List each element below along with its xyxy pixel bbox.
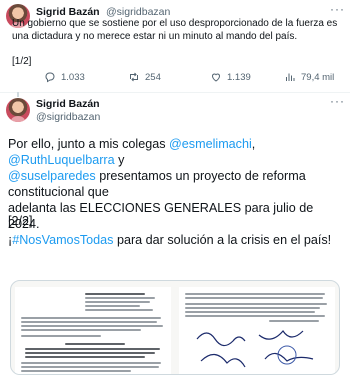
tweet-text: Un gobierno que se sostiene por el uso d… <box>12 17 348 43</box>
mention-link[interactable]: @esmelimachi <box>169 137 252 151</box>
tweet-1[interactable]: Sigrid Bazán @sigridbazan ··· Un gobiern… <box>0 0 350 92</box>
retweet-button[interactable]: 254 <box>128 70 161 84</box>
thread-counter: [2/2] <box>8 214 33 228</box>
signature-image <box>196 330 314 368</box>
tweet-text-line: ¡#NosVamosTodas para dar solución a la c… <box>8 232 348 248</box>
more-options-icon[interactable]: ··· <box>330 94 345 108</box>
tweet-2[interactable]: Sigrid Bazán @sigridbazan ··· Por ello, … <box>0 92 350 383</box>
views-chart-icon <box>286 73 295 81</box>
reply-button[interactable]: 1.033 <box>44 70 85 84</box>
tweet-text-line: @suselparedes presentamos un proyecto de… <box>8 168 348 200</box>
author-name[interactable]: Sigrid Bazán <box>36 98 100 110</box>
like-button[interactable]: 1.139 <box>210 70 251 84</box>
tweet-text-line: Un gobierno que se sostiene por el uso d… <box>12 18 338 29</box>
retweet-count: 254 <box>145 71 161 83</box>
attached-document-image[interactable] <box>10 280 340 375</box>
tweet-text-segment: para dar solución a la crisis en el país… <box>113 233 332 247</box>
heart-icon <box>211 73 221 82</box>
author-handle[interactable]: @sigridbazan <box>36 111 100 123</box>
document-page-left <box>15 287 171 374</box>
views-count: 79,4 mil <box>301 71 335 83</box>
tweet-text-line: adelanta las ELECCIONES GENERALES para j… <box>8 200 348 232</box>
tweet-text: Por ello, junto a mis colegas @esmelimac… <box>8 136 348 248</box>
tweet-text-line: una dictadura y no merece estar ni un mi… <box>12 31 298 42</box>
reply-count: 1.033 <box>61 71 85 83</box>
mention-link[interactable]: @suselparedes <box>8 169 96 183</box>
tweet-text-segment: y <box>114 153 125 167</box>
reply-icon <box>45 72 55 83</box>
tweet-text-line: Por ello, junto a mis colegas @esmelimac… <box>8 136 348 168</box>
retweet-icon <box>130 72 138 82</box>
tweet-text-segment: Por ello, junto a mis colegas <box>8 137 170 151</box>
document-page-right <box>179 287 335 374</box>
views-button[interactable]: 79,4 mil <box>284 70 334 84</box>
more-options-icon[interactable]: ··· <box>330 2 345 16</box>
author-avatar[interactable] <box>6 98 30 122</box>
like-count: 1.139 <box>227 71 251 83</box>
thread-counter: [1/2] <box>12 56 32 67</box>
thread-connector <box>17 92 19 97</box>
mention-link[interactable]: @RuthLuquelbarra <box>8 153 115 167</box>
hashtag-link[interactable]: #NosVamosTodas <box>12 233 113 247</box>
tweet-actions: 1.033 254 1.139 79,4 mil <box>44 70 344 84</box>
tweet-text-segment: adelanta las ELECCIONES GENERALES para j… <box>8 201 314 231</box>
tweet-text-segment: , <box>251 137 256 151</box>
